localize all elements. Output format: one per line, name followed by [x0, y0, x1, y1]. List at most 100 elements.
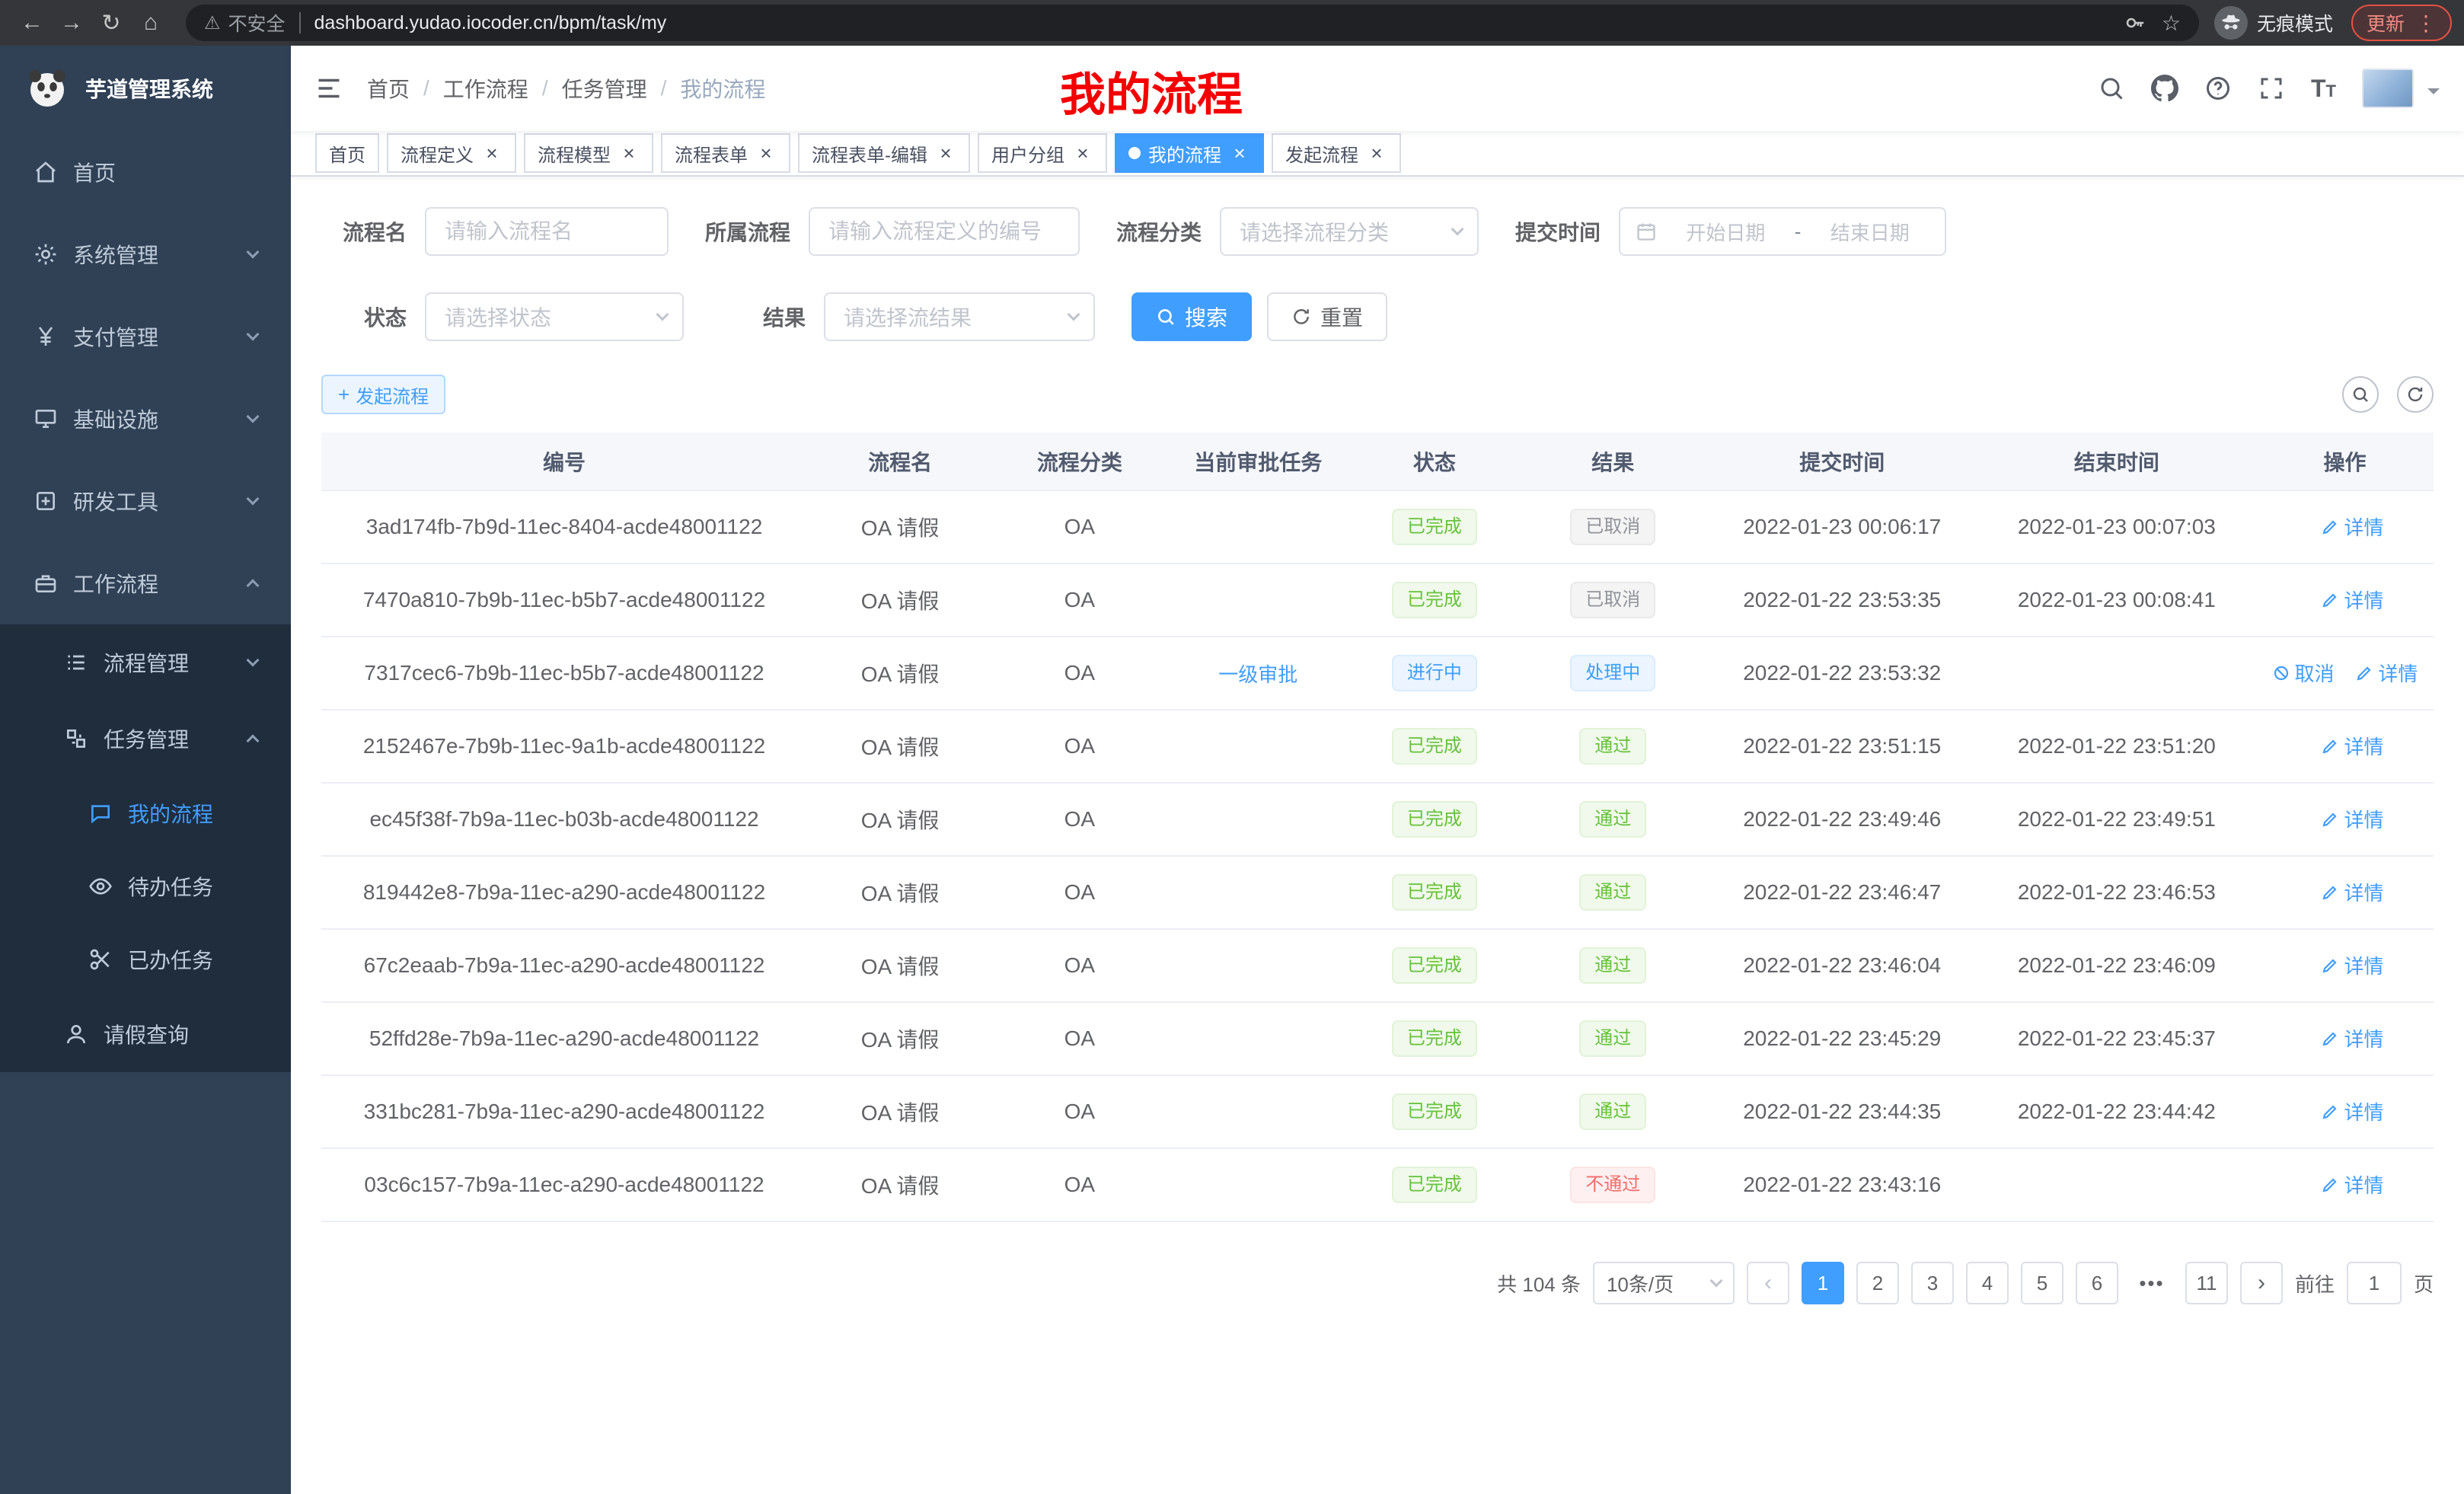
font-size-icon[interactable]: TT — [2311, 75, 2336, 103]
cell-current-task — [1167, 783, 1350, 856]
sidebar-item-devtools[interactable]: 研发工具 — [0, 460, 291, 542]
breadcrumb-item[interactable]: 工作流程 / — [443, 73, 562, 104]
prev-page-button[interactable]: ‹ — [1747, 1262, 1789, 1304]
submit-time-range[interactable]: 开始日期 - 结束日期 — [1619, 207, 1946, 256]
back-icon[interactable]: ← — [12, 10, 52, 36]
close-icon[interactable]: × — [935, 142, 956, 164]
close-icon[interactable]: × — [618, 142, 640, 164]
detail-link[interactable]: 详情 — [2321, 951, 2383, 979]
page-button[interactable]: 3 — [1911, 1262, 1954, 1304]
search-toggle-button[interactable] — [2342, 376, 2379, 413]
app-logo[interactable]: 芋道管理系统 — [0, 46, 291, 131]
status-select[interactable]: 请选择状态 — [425, 292, 684, 341]
detail-link[interactable]: 详情 — [2321, 1170, 2383, 1199]
reset-button[interactable]: 重置 — [1267, 292, 1387, 341]
page-button[interactable]: 1 — [1802, 1262, 1844, 1304]
task-link[interactable]: 一级审批 — [1218, 659, 1297, 688]
detail-label: 详情 — [2344, 951, 2383, 979]
refresh-button[interactable] — [2397, 376, 2434, 413]
url-text[interactable]: dashboard.yudao.iocoder.cn/bpm/task/my — [314, 12, 667, 34]
address-bar[interactable]: ⚠ 不安全 dashboard.yudao.iocoder.cn/bpm/tas… — [186, 5, 2199, 41]
page-button[interactable]: 5 — [2021, 1262, 2063, 1304]
end-date-placeholder[interactable]: 结束日期 — [1810, 218, 1929, 246]
detail-link[interactable]: 详情 — [2321, 1024, 2383, 1052]
security-label[interactable]: 不安全 — [228, 9, 286, 37]
detail-link[interactable]: 详情 — [2321, 586, 2383, 614]
start-date-placeholder[interactable]: 开始日期 — [1666, 218, 1786, 246]
view-tab[interactable]: 发起流程 × — [1272, 133, 1401, 173]
update-button[interactable]: 更新 ⋮ — [2351, 5, 2452, 41]
sidebar-item-leave-query[interactable]: 请假查询 — [0, 996, 291, 1072]
sidebar-item-workflow[interactable]: 工作流程 — [0, 542, 291, 624]
process-definition-input[interactable] — [809, 207, 1080, 256]
sidebar-item-process-mgmt[interactable]: 流程管理 — [0, 624, 291, 701]
page-button[interactable]: 2 — [1856, 1262, 1899, 1304]
detail-link[interactable]: 详情 — [2321, 805, 2383, 833]
key-icon[interactable] — [2124, 11, 2146, 34]
category-select[interactable]: 请选择流程分类 — [1220, 207, 1479, 256]
browser-menu-icon[interactable]: ⋮ — [2415, 11, 2437, 36]
avatar[interactable] — [2362, 69, 2414, 108]
page-button[interactable]: 6 — [2076, 1262, 2118, 1304]
sidebar-item-home[interactable]: 首页 — [0, 131, 291, 213]
breadcrumb-item[interactable]: 我的流程 / — [680, 73, 765, 104]
close-icon[interactable]: × — [481, 142, 503, 164]
sidebar-item-my-process[interactable]: 我的流程 — [0, 777, 291, 850]
view-tab[interactable]: 流程表单-编辑 × — [798, 133, 970, 173]
breadcrumb-item[interactable]: 首页 / — [367, 73, 443, 104]
result-badge: 通过 — [1579, 874, 1646, 911]
sidebar-item-infra[interactable]: 基础设施 — [0, 378, 291, 460]
sidebar-item-system[interactable]: 系统管理 — [0, 213, 291, 295]
view-tab[interactable]: 流程表单 × — [661, 133, 790, 173]
detail-link[interactable]: 详情 — [2355, 659, 2418, 687]
close-icon[interactable]: × — [755, 142, 777, 164]
tab-label: 发起流程 — [1285, 140, 1358, 167]
view-tab[interactable]: 首页 × — [315, 133, 379, 173]
detail-link[interactable]: 详情 — [2321, 732, 2383, 760]
fullscreen-icon[interactable] — [2258, 75, 2285, 102]
detail-link[interactable]: 详情 — [2321, 512, 2383, 541]
sidebar-item-task-mgmt[interactable]: 任务管理 — [0, 701, 291, 777]
help-icon[interactable] — [2204, 75, 2232, 102]
github-icon[interactable] — [2151, 75, 2178, 102]
page-button[interactable]: 4 — [1966, 1262, 2009, 1304]
detail-link[interactable]: 详情 — [2321, 878, 2383, 906]
process-name-input[interactable] — [425, 207, 669, 256]
sidebar-item-todo[interactable]: 待办任务 — [0, 850, 291, 923]
close-icon[interactable]: × — [1366, 142, 1387, 164]
search-button[interactable]: 搜索 — [1131, 292, 1252, 341]
column-header: 结束时间 — [1977, 433, 2256, 490]
next-page-button[interactable]: › — [2240, 1262, 2283, 1304]
page-button[interactable]: 11 — [2185, 1262, 2228, 1304]
create-process-button[interactable]: + 发起流程 — [321, 375, 445, 414]
hamburger-icon[interactable] — [315, 75, 343, 102]
search-icon — [1156, 307, 1176, 327]
forward-icon[interactable]: → — [52, 10, 91, 36]
avatar-caret-icon[interactable] — [2427, 88, 2440, 101]
cell-result: 处理中 — [1519, 637, 1707, 710]
close-icon[interactable]: × — [1072, 142, 1093, 164]
result-select[interactable]: 请选择流结果 — [824, 292, 1095, 341]
home-icon[interactable]: ⌂ — [131, 10, 171, 36]
breadcrumb-item[interactable]: 任务管理 / — [562, 73, 681, 104]
sidebar-item-done[interactable]: 已办任务 — [0, 923, 291, 996]
star-icon[interactable]: ☆ — [2162, 11, 2181, 36]
cell-result: 通过 — [1519, 929, 1707, 1002]
view-tab[interactable]: 我的流程 × — [1115, 133, 1264, 173]
cell-category: OA — [993, 637, 1166, 710]
detail-link[interactable]: 详情 — [2321, 1097, 2383, 1125]
view-tab[interactable]: 流程定义 × — [387, 133, 516, 173]
reload-icon[interactable]: ↻ — [91, 10, 131, 37]
page-button[interactable]: ••• — [2130, 1262, 2173, 1304]
sidebar-item-payment[interactable]: 支付管理 — [0, 295, 291, 378]
close-icon[interactable]: × — [1229, 142, 1250, 164]
cell-process-name: OA 请假 — [807, 563, 993, 637]
goto-page-input[interactable] — [2347, 1262, 2402, 1304]
total-count: 共 104 条 — [1497, 1269, 1581, 1298]
view-tab[interactable]: 用户分组 × — [978, 133, 1107, 173]
sidebar-label: 已办任务 — [128, 944, 213, 975]
search-icon[interactable] — [2098, 75, 2125, 102]
view-tab[interactable]: 流程模型 × — [524, 133, 653, 173]
cancel-link[interactable]: 取消 — [2272, 659, 2335, 687]
page-size-select[interactable]: 10条/页 — [1593, 1262, 1735, 1304]
